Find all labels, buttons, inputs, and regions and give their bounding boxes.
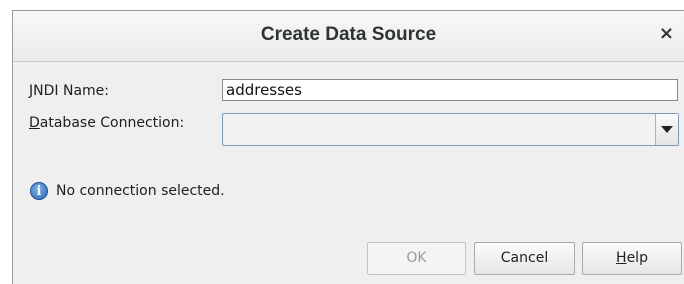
help-label-text: elp [626,250,648,266]
dialog-titlebar: Create Data Source × [13,11,684,62]
create-data-source-dialog: Create Data Source × JNDI Name: Database… [12,10,684,284]
info-message-text: No connection selected. [56,183,225,199]
jndi-label-text: NDI Name: [33,83,109,99]
jndi-name-label: JNDI Name: [29,83,109,99]
db-label-text: atabase Connection: [39,115,185,131]
dialog-title: Create Data Source [260,24,437,45]
info-message: i No connection selected. [30,181,225,201]
cancel-button[interactable]: Cancel [474,242,575,275]
close-icon[interactable]: × [659,25,674,43]
help-mnemonic: H [616,250,627,266]
jndi-name-input[interactable] [222,79,678,101]
info-icon: i [30,182,48,200]
ok-button[interactable]: OK [367,242,466,275]
chevron-down-icon[interactable] [655,114,678,145]
database-connection-combobox[interactable] [222,113,679,146]
database-connection-label: Database Connection: [29,115,184,131]
db-mnemonic: D [29,115,40,131]
help-button[interactable]: Help [582,242,682,275]
